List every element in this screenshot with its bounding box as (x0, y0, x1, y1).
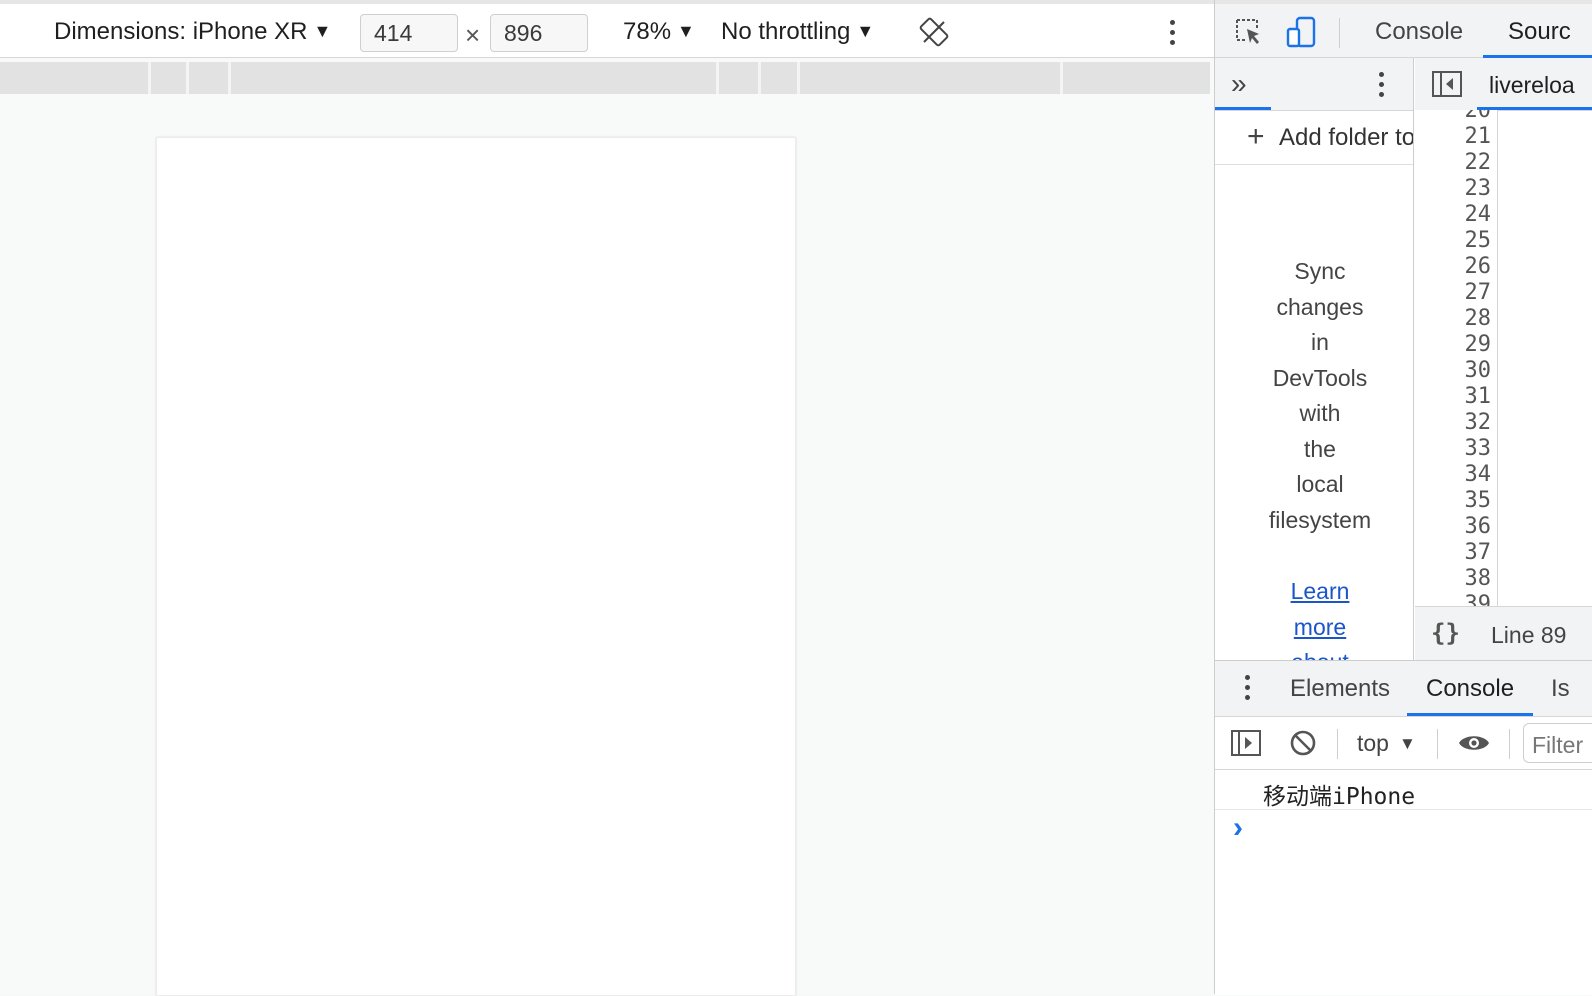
throttling-label: No throttling (721, 18, 851, 45)
sources-navigator: » + Add folder to Sync changes in DevToo… (1215, 58, 1414, 660)
devtools-panel: Console Sourc » + Add folder to Sync cha… (1214, 0, 1592, 995)
filter-placeholder: Filter (1532, 732, 1584, 758)
editor-status-bar: {} Line 89 (1415, 606, 1592, 660)
device-toggle-icon[interactable] (1285, 16, 1319, 50)
device-viewport[interactable] (156, 137, 796, 996)
line-number: 39 (1464, 592, 1492, 606)
line-number: 25 (1464, 228, 1492, 253)
drawer-tabbar: Elements Console Is (1215, 661, 1592, 717)
console-prompt-icon[interactable]: › (1233, 811, 1243, 845)
line-number: 26 (1464, 254, 1492, 279)
sync-line: filesystem (1268, 506, 1372, 533)
add-folder-label: Add folder to (1279, 124, 1413, 151)
context-selector[interactable]: top ▼ (1357, 730, 1416, 757)
line-number: 34 (1464, 462, 1492, 487)
clear-console-icon[interactable] (1289, 729, 1317, 757)
device-toolbar: Dimensions: iPhone XR ▼ 414 × 896 78% ▼ No… (0, 0, 1214, 58)
tab-sources[interactable]: Sourc (1508, 18, 1571, 46)
height-input[interactable]: 896 (490, 14, 588, 52)
link-line: about (1255, 645, 1385, 660)
filter-input[interactable]: Filter (1523, 723, 1592, 763)
line-number: 20 (1464, 110, 1492, 123)
line-number: 37 (1464, 540, 1492, 565)
line-number: 32 (1464, 410, 1492, 435)
more-options-icon[interactable] (1243, 673, 1253, 703)
line-number: 27 (1464, 280, 1492, 305)
times-separator: × (465, 20, 481, 50)
devtools-tabbar: Console Sourc (1215, 0, 1592, 58)
sync-line: in (1311, 329, 1329, 355)
inspect-element-icon[interactable] (1233, 16, 1265, 48)
sync-message: Sync changes in DevTools with the local … (1255, 254, 1385, 538)
sync-line: local (1296, 471, 1344, 497)
device-pane: Dimensions: iPhone XR ▼ 414 × 896 78% ▼ No… (0, 0, 1214, 996)
context-label: top (1357, 730, 1389, 756)
sync-line: with (1299, 400, 1341, 426)
sync-line: DevTools (1272, 364, 1368, 391)
chevron-down-icon: ▼ (313, 21, 332, 41)
plus-icon: + (1247, 120, 1265, 153)
sync-line: Sync (1294, 258, 1346, 284)
drawer-tab-console[interactable]: Console (1426, 675, 1514, 703)
line-number: 28 (1464, 306, 1492, 331)
sync-line: changes (1276, 293, 1364, 320)
cursor-position: Line 89 (1491, 622, 1567, 648)
eye-icon[interactable] (1457, 731, 1491, 755)
more-options-icon[interactable] (1168, 18, 1178, 48)
line-number: 23 (1464, 176, 1492, 201)
chevron-down-icon: ▼ (1398, 734, 1416, 753)
device-label: Dimensions: iPhone XR (54, 18, 308, 45)
link-line: Learn (1290, 578, 1350, 604)
sync-line: the (1304, 435, 1336, 462)
learn-more-link[interactable]: Learn more about (1255, 574, 1385, 660)
width-input[interactable]: 414 (360, 14, 458, 52)
rotate-icon[interactable] (918, 16, 950, 48)
line-number: 36 (1464, 514, 1492, 539)
zoom-label: 78% (623, 18, 672, 45)
toggle-navigator-icon[interactable] (1431, 70, 1463, 98)
media-query-bar[interactable] (0, 62, 1210, 94)
console-message: 移动端iPhone (1215, 769, 1592, 810)
chevron-down-icon: ▼ (677, 21, 695, 41)
console-drawer: Elements Console Is top ▼ Filter 移动端iPho… (1215, 660, 1592, 995)
sidebar-toggle-icon[interactable] (1231, 729, 1261, 757)
navigator-header: » (1215, 58, 1413, 111)
line-number: 29 (1464, 332, 1492, 357)
more-tabs-icon[interactable]: » (1231, 68, 1247, 100)
line-number: 31 (1464, 384, 1492, 409)
throttling-dropdown[interactable]: No throttling ▼ (721, 18, 874, 46)
line-number: 22 (1464, 150, 1492, 175)
log-text: 移动端iPhone (1263, 784, 1416, 810)
editor-tabbar: livereloa (1415, 58, 1592, 111)
pretty-print-icon[interactable]: {} (1431, 619, 1460, 647)
line-number: 38 (1464, 566, 1492, 591)
add-folder-button[interactable]: + Add folder to (1215, 110, 1413, 165)
zoom-dropdown[interactable]: 78% ▼ (623, 18, 695, 46)
console-toolbar: top ▼ Filter (1215, 717, 1592, 770)
link-line: more (1293, 613, 1347, 640)
chevron-down-icon: ▼ (856, 21, 875, 41)
drawer-tab-issues[interactable]: Is (1551, 675, 1570, 703)
line-number: 21 (1464, 124, 1492, 149)
device-dropdown[interactable]: Dimensions: iPhone XR ▼ (54, 18, 331, 46)
line-number-gutter: 20 21 22 23 24 25 26 27 28 29 30 31 32 3… (1415, 110, 1498, 606)
drawer-tab-elements[interactable]: Elements (1290, 675, 1390, 703)
line-number: 35 (1464, 488, 1492, 513)
tab-console[interactable]: Console (1375, 18, 1463, 46)
line-number: 24 (1464, 202, 1492, 227)
more-options-icon[interactable] (1377, 70, 1387, 100)
line-number: 33 (1464, 436, 1492, 461)
line-number: 30 (1464, 358, 1492, 383)
source-editor: livereloa 20 21 22 23 24 25 26 27 28 29 … (1415, 58, 1592, 660)
file-tab[interactable]: livereloa (1489, 72, 1575, 99)
